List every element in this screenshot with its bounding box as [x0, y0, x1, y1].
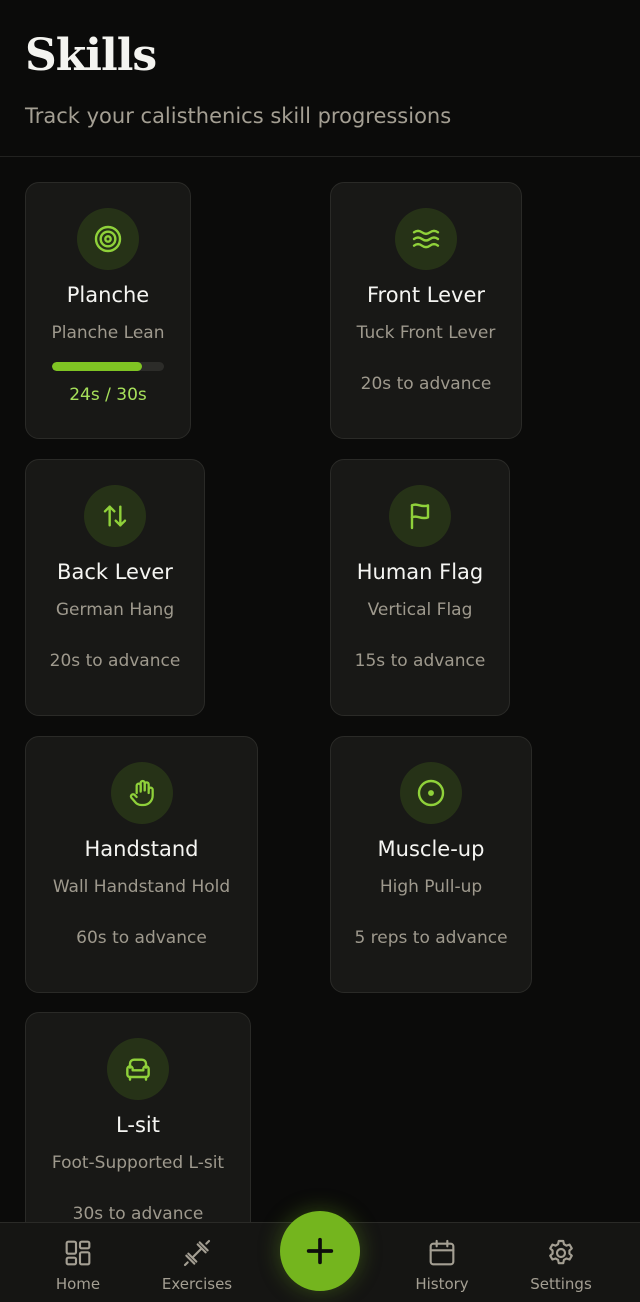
- nav-item-settings[interactable]: Settings: [506, 1223, 616, 1302]
- skill-name: L-sit: [116, 1113, 160, 1137]
- skill-level: Wall Handstand Hold: [52, 877, 231, 897]
- skill-advance-requirement: 15s to advance: [354, 651, 486, 671]
- skill-card-back-lever[interactable]: Back Lever German Hang 20s to advance: [25, 459, 205, 716]
- waves-icon: [395, 208, 457, 270]
- circle-dot-icon: [400, 762, 462, 824]
- nav-label: Exercises: [161, 1275, 233, 1293]
- add-button[interactable]: [280, 1211, 360, 1291]
- nav-item-history[interactable]: History: [387, 1223, 497, 1302]
- calendar-icon: [429, 1239, 455, 1266]
- nav-label: Settings: [530, 1275, 592, 1293]
- nav-item-exercises[interactable]: Exercises: [142, 1223, 252, 1302]
- armchair-icon: [107, 1038, 169, 1100]
- layout-grid-icon: [65, 1240, 91, 1266]
- page-title: Skills: [25, 30, 157, 81]
- skill-card-front-lever[interactable]: Front Lever Tuck Front Lever 20s to adva…: [330, 182, 522, 439]
- nav-label: Home: [55, 1275, 101, 1293]
- skill-progress-bar: [52, 362, 164, 371]
- plus-icon: [306, 1237, 334, 1265]
- skill-name: Back Lever: [57, 560, 173, 584]
- gear-icon: [549, 1239, 573, 1265]
- skill-card-human-flag[interactable]: Human Flag Vertical Flag 15s to advance: [330, 459, 510, 716]
- skill-advance-requirement: 20s to advance: [49, 651, 181, 671]
- skill-level: Vertical Flag: [367, 600, 473, 620]
- skill-progress-text: 24s / 30s: [69, 385, 147, 405]
- skill-name: Muscle-up: [377, 837, 485, 861]
- skill-progress-fill: [52, 362, 142, 371]
- page-header: Skills Track your calisthenics skill pro…: [0, 0, 640, 157]
- skill-card-handstand[interactable]: Handstand Wall Handstand Hold 60s to adv…: [25, 736, 258, 993]
- skill-card-planche[interactable]: Planche Planche Lean 24s / 30s: [25, 182, 191, 439]
- skill-level: Planche Lean: [51, 323, 165, 343]
- skill-name: Front Lever: [366, 283, 486, 307]
- target-icon: [77, 208, 139, 270]
- skill-advance-requirement: 5 reps to advance: [354, 928, 508, 948]
- skill-advance-requirement: 60s to advance: [76, 928, 207, 948]
- arrows-up-down-icon: [84, 485, 146, 547]
- skill-card-muscle-up[interactable]: Muscle-up High Pull-up 5 reps to advance: [330, 736, 532, 993]
- skill-name: Planche: [66, 283, 150, 307]
- skill-advance-requirement: 20s to advance: [360, 374, 492, 394]
- skill-advance-requirement: 30s to advance: [72, 1204, 204, 1224]
- nav-label: History: [415, 1275, 469, 1293]
- hand-icon: [110, 762, 173, 824]
- skill-name: Handstand: [84, 837, 199, 861]
- skill-name: Human Flag: [356, 560, 484, 584]
- dumbbell-icon: [183, 1239, 211, 1267]
- flag-icon: [389, 485, 451, 547]
- skill-level: Tuck Front Lever: [356, 323, 496, 343]
- skills-screen: Skills Track your calisthenics skill pro…: [0, 0, 640, 1302]
- skill-level: High Pull-up: [379, 877, 483, 897]
- skill-level: Foot-Supported L-sit: [51, 1153, 225, 1173]
- page-subtitle: Track your calisthenics skill progressio…: [25, 104, 452, 128]
- skill-level: German Hang: [55, 600, 175, 620]
- nav-item-home[interactable]: Home: [23, 1223, 133, 1302]
